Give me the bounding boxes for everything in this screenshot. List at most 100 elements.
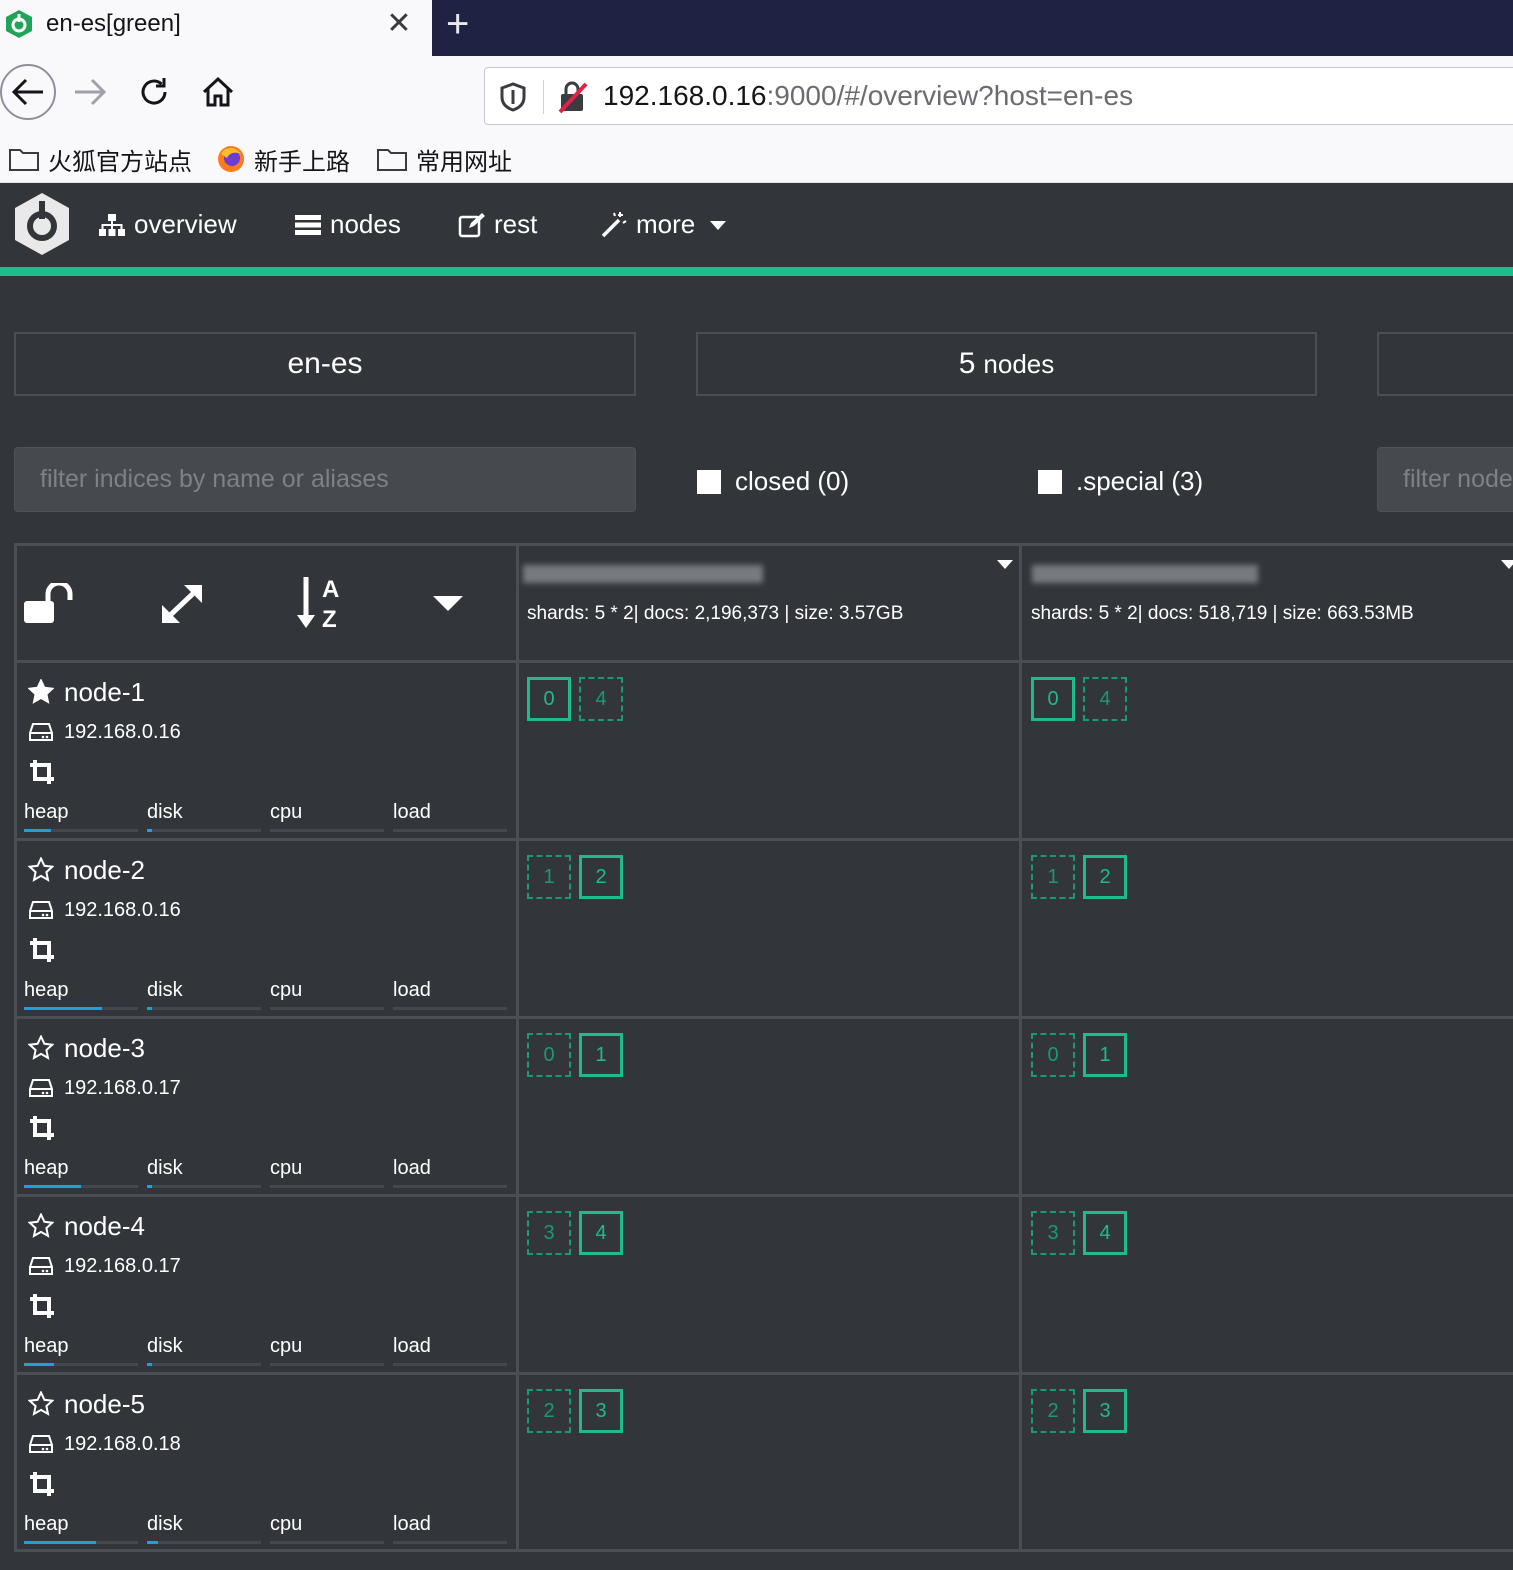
menu-overview[interactable]: overview [98,209,237,240]
grid-line [14,838,1513,841]
replica-shard[interactable]: 4 [579,677,623,721]
star-outline-icon[interactable] [28,1391,54,1417]
crop-icon [30,1472,54,1496]
menu-rest[interactable]: rest [458,209,537,240]
metric-fill-heap [24,1363,54,1366]
grid-line [14,1372,1513,1375]
checkbox-box[interactable] [697,469,721,494]
grid-line [14,1016,1513,1019]
metric-label-load: load [393,1157,431,1179]
primary-shard[interactable]: 1 [1083,1033,1127,1077]
star-outline-icon[interactable] [28,857,54,883]
forward-button[interactable] [62,64,118,120]
nodes-label: nodes [983,348,1055,379]
primary-shard[interactable]: 0 [527,677,571,721]
metric-bar-load [393,1007,507,1010]
crop-icon [30,938,54,962]
metric-bar-heap [24,829,138,832]
node-row: node-2 192.168.0.16 heap disk cpu load 1 2 1 2 [14,841,1513,1019]
replica-shard[interactable]: 1 [1031,855,1075,899]
primary-shard[interactable]: 3 [1083,1389,1127,1433]
replica-shard[interactable]: 0 [527,1033,571,1077]
star-outline-icon[interactable] [28,1035,54,1061]
menu-nodes[interactable]: nodes [294,209,401,240]
caret-down-icon[interactable] [996,559,1014,571]
url-path: :9000/#/overview?host=en-es [766,80,1134,111]
cluster-name: en-es [287,347,363,380]
metric-bar-load [393,829,507,832]
magic-wand-icon [601,211,627,237]
replica-shard[interactable]: 4 [1083,677,1127,721]
nodes-count: 5 [958,347,976,380]
tab-close-icon[interactable]: ✕ [384,6,414,41]
shield-icon [500,82,526,112]
node-ip: 192.168.0.17 [64,1077,181,1099]
primary-shard[interactable]: 4 [1083,1211,1127,1255]
metric-label-cpu: cpu [270,979,303,1001]
star-filled-icon[interactable] [28,679,54,705]
replica-shard[interactable]: 3 [527,1211,571,1255]
primary-shard[interactable]: 1 [579,1033,623,1077]
primary-shard[interactable]: 0 [1031,677,1075,721]
bookmark-firefox-official[interactable]: 火狐官方站点 [8,142,192,176]
index-stats: shards: 5 * 2| docs: 2,196,373 | size: 3… [527,603,904,624]
metric-fill-heap [24,1541,96,1544]
browser-tab[interactable]: en-es[green] ✕ [0,0,432,56]
metric-bar-heap [24,1007,138,1010]
checkbox-box[interactable] [1038,469,1062,494]
tab-title: en-es[green] [46,10,181,37]
url-host: 192.168.0.16 [603,80,767,111]
grid-line [14,660,1513,663]
primary-shard[interactable]: 3 [579,1389,623,1433]
node-name: node-5 [64,1389,145,1419]
primary-shard[interactable]: 4 [579,1211,623,1255]
expand-icon[interactable] [158,581,206,627]
home-icon [202,76,234,107]
metric-label-disk: disk [147,1157,183,1179]
crop-icon [30,760,54,784]
primary-shard[interactable]: 2 [1083,855,1127,899]
metric-label-heap: heap [24,1335,69,1357]
node-ip: 192.168.0.16 [64,899,181,921]
caret-down-icon[interactable] [432,595,464,613]
bookmark-common-sites[interactable]: 常用网址 [376,142,512,176]
app-header: overview nodes rest more [0,183,1513,267]
back-button[interactable] [0,64,56,120]
new-tab-button[interactable]: + [446,2,469,47]
reload-button[interactable] [126,64,182,120]
server-icon [295,214,321,235]
node-ip: 192.168.0.16 [64,721,181,743]
caret-down-icon[interactable] [1500,559,1513,571]
menu-more[interactable]: more [600,209,741,240]
metric-bar-cpu [270,1541,384,1544]
sitemap-icon [99,213,125,236]
menu-label: overview [134,209,237,239]
svg-text:Z: Z [322,606,337,631]
edit-icon [458,212,485,237]
svg-text:A: A [322,576,339,603]
filter-indices-input[interactable] [14,447,636,512]
sort-alpha-icon[interactable]: AZ [296,575,348,631]
closed-indices-checkbox[interactable]: closed (0) [697,466,849,497]
metric-label-cpu: cpu [270,1335,303,1357]
replica-shard[interactable]: 0 [1031,1033,1075,1077]
arrow-right-icon [75,78,107,106]
metric-label-load: load [393,1335,431,1357]
url-bar[interactable]: 192.168.0.16:9000/#/overview?host=en-es [484,67,1513,125]
bookmark-label: 火狐官方站点 [48,148,192,176]
metric-label-heap: heap [24,1513,69,1535]
replica-shard[interactable]: 3 [1031,1211,1075,1255]
primary-shard[interactable]: 2 [579,855,623,899]
star-outline-icon[interactable] [28,1213,54,1239]
replica-shard[interactable]: 2 [1031,1389,1075,1433]
special-indices-checkbox[interactable]: .special (3) [1038,466,1203,497]
metric-bar-disk [147,1541,261,1544]
metric-bar-load [393,1185,507,1188]
bookmark-getting-started[interactable]: 新手上路 [216,142,350,176]
replica-shard[interactable]: 2 [527,1389,571,1433]
filter-nodes-input[interactable] [1377,447,1513,512]
home-button[interactable] [190,64,246,120]
unlock-icon[interactable] [24,583,74,625]
cerebro-logo-icon[interactable] [12,191,72,257]
replica-shard[interactable]: 1 [527,855,571,899]
